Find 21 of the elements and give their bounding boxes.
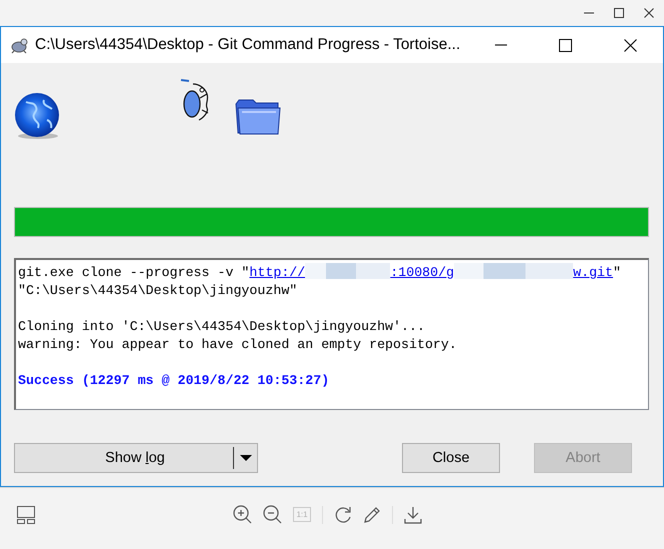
- pencil-icon[interactable]: [363, 506, 381, 524]
- maximize-icon[interactable]: [559, 38, 572, 52]
- log-line: git.exe clone --progress -v "http:// :10080/g w.git": [18, 263, 621, 282]
- zoom-out-icon[interactable]: [263, 505, 282, 524]
- zoom-in-icon[interactable]: [233, 505, 252, 524]
- show-log-button[interactable]: Show log: [14, 443, 258, 473]
- globe-icon: [14, 92, 60, 140]
- url-link[interactable]: http:// :10080/g w.git: [249, 265, 614, 280]
- log-line: "C:\Users\44354\Desktop\jingyouzhw": [18, 282, 298, 300]
- close-icon[interactable]: [624, 38, 637, 52]
- close-button[interactable]: Close: [402, 443, 500, 473]
- close-icon[interactable]: [644, 8, 654, 18]
- maximize-icon[interactable]: [614, 8, 624, 18]
- window-title: C:\Users\44354\Desktop - Git Command Progress - Tortoise...: [35, 36, 460, 54]
- download-icon[interactable]: [404, 506, 422, 524]
- success-message: Success (12297 ms @ 2019/8/22 10:53:27): [18, 372, 330, 390]
- rotate-icon[interactable]: [334, 506, 352, 524]
- log-line: warning: You appear to have cloned an empty repository.: [18, 336, 457, 354]
- log-line: Cloning into 'C:\Users\44354\Desktop\jingyouzhw'...: [18, 318, 425, 336]
- dropdown-caret-icon[interactable]: [240, 455, 252, 461]
- layout-icon[interactable]: [17, 506, 35, 524]
